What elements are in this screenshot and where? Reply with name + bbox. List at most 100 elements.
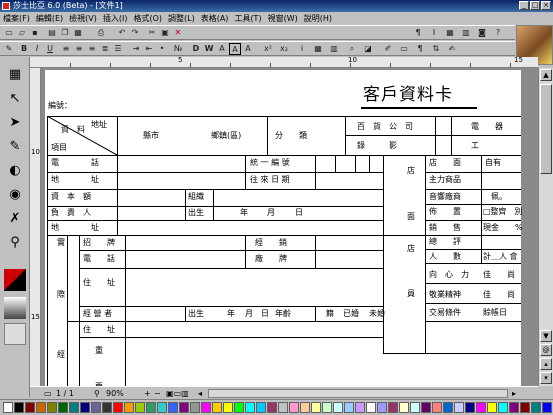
paragraph-mark-icon[interactable]: ¶: [412, 27, 424, 39]
italic-icon[interactable]: I: [31, 43, 43, 55]
color-swatch[interactable]: [289, 402, 299, 413]
color-swatch[interactable]: [278, 402, 288, 413]
grid-icon[interactable]: ▦: [444, 27, 456, 39]
superscript-icon[interactable]: x²: [262, 43, 274, 55]
fill-color-swatch[interactable]: [4, 297, 26, 319]
cut-icon[interactable]: ✂: [146, 27, 158, 39]
color-swatch[interactable]: [465, 402, 475, 413]
menu-table[interactable]: 表格(A): [198, 12, 232, 25]
text-color-icon[interactable]: A: [242, 43, 254, 55]
save-icon[interactable]: ▪: [29, 27, 41, 39]
color-swatch[interactable]: [542, 402, 552, 413]
color-swatch[interactable]: [509, 402, 519, 413]
justify-icon[interactable]: ≣: [99, 43, 111, 55]
color-swatch[interactable]: [476, 402, 486, 413]
color-swatch[interactable]: [168, 402, 178, 413]
color-swatch[interactable]: [300, 402, 310, 413]
underline-icon[interactable]: U: [44, 43, 56, 55]
paste-icon[interactable]: ▣: [159, 27, 171, 39]
shadow-swatch[interactable]: [4, 323, 26, 345]
color-swatch[interactable]: [355, 402, 365, 413]
scroll-up-button[interactable]: ▲: [540, 69, 552, 81]
color-palette-icon[interactable]: ◉: [5, 185, 25, 205]
color-swatch[interactable]: [80, 402, 90, 413]
drop-cap-icon[interactable]: ◪: [362, 43, 374, 55]
print-icon[interactable]: ⎙: [95, 27, 107, 39]
color-swatch[interactable]: [388, 402, 398, 413]
color-swatch[interactable]: [531, 402, 541, 413]
print-preview-icon[interactable]: ▤: [46, 27, 58, 39]
layout-icon[interactable]: ▦: [5, 65, 25, 85]
color-swatch[interactable]: [443, 402, 453, 413]
color-swatch[interactable]: [410, 402, 420, 413]
scroll-right-button[interactable]: ▸: [512, 389, 516, 399]
pointer-icon[interactable]: ➤: [5, 113, 25, 133]
menu-help[interactable]: 說明(H): [301, 12, 335, 25]
color-swatch[interactable]: [69, 402, 79, 413]
delete-icon[interactable]: ✕: [172, 27, 184, 39]
numbered-list-icon[interactable]: №: [172, 43, 184, 55]
color-swatch[interactable]: [487, 402, 497, 413]
color-swatch[interactable]: [311, 402, 321, 413]
zoom-icon[interactable]: ⚲: [5, 233, 25, 253]
ruby-icon[interactable]: ▦: [312, 43, 324, 55]
cursor-icon[interactable]: I: [428, 27, 440, 39]
style-icon[interactable]: ✎: [3, 43, 15, 55]
view-mode-icon[interactable]: ▣▭▥: [166, 389, 189, 399]
color-swatch[interactable]: [520, 402, 530, 413]
close-button[interactable]: ×: [541, 1, 551, 10]
zoom-in-button[interactable]: +: [144, 389, 151, 399]
color-swatch[interactable]: [432, 402, 442, 413]
font-w-icon[interactable]: W: [203, 43, 215, 55]
menu-format[interactable]: 格式(O): [130, 12, 165, 25]
color-swatch[interactable]: [421, 402, 431, 413]
text-border-icon[interactable]: A: [229, 43, 241, 55]
color-swatch[interactable]: [190, 402, 200, 413]
scroll-left-button[interactable]: ◂: [198, 389, 202, 399]
text-box-icon[interactable]: ▭: [398, 43, 410, 55]
text-tool-icon[interactable]: ✗: [5, 209, 25, 229]
color-swatch[interactable]: [157, 402, 167, 413]
color-swatch[interactable]: [124, 402, 134, 413]
color-swatch[interactable]: [14, 402, 24, 413]
menu-edit[interactable]: 編輯(E): [33, 12, 66, 25]
line-color-swatch[interactable]: [4, 269, 26, 291]
color-swatch[interactable]: [179, 402, 189, 413]
brush-icon[interactable]: ✍: [446, 43, 458, 55]
text-shade-icon[interactable]: A: [216, 43, 228, 55]
zoom-fit-icon[interactable]: @: [540, 344, 552, 356]
highlight-icon[interactable]: ✐: [382, 43, 394, 55]
color-swatch[interactable]: [201, 402, 211, 413]
minimize-button[interactable]: _: [519, 1, 529, 10]
color-swatch[interactable]: [113, 402, 123, 413]
info-icon[interactable]: i: [296, 43, 308, 55]
align-left-icon[interactable]: ≡: [60, 43, 72, 55]
color-swatch[interactable]: [256, 402, 266, 413]
bullet-list-icon[interactable]: •: [156, 43, 168, 55]
color-swatch[interactable]: [399, 402, 409, 413]
color-swatch[interactable]: [377, 402, 387, 413]
help-icon[interactable]: ?: [492, 27, 504, 39]
maximize-button[interactable]: □: [530, 1, 540, 10]
color-swatch[interactable]: [47, 402, 57, 413]
outdent-icon[interactable]: ⇤: [143, 43, 155, 55]
horizontal-scrollbar[interactable]: [208, 389, 508, 398]
menu-window[interactable]: 視窗(W): [265, 12, 301, 25]
fill-tool-icon[interactable]: ◐: [5, 161, 25, 181]
color-swatch[interactable]: [102, 402, 112, 413]
bold-icon[interactable]: B: [18, 43, 30, 55]
color-swatch[interactable]: [234, 402, 244, 413]
document-page[interactable]: 編號： 客戶資料卡 地址 資 料 項目 縣市 鄉鎮(區) 分 類 百 貨 公 司…: [45, 70, 523, 386]
menu-view[interactable]: 檢視(V): [66, 12, 100, 25]
color-swatch[interactable]: [245, 402, 255, 413]
color-swatch[interactable]: [344, 402, 354, 413]
vertical-scrollbar[interactable]: ▲ ▼ @ ▴ ▾: [538, 68, 553, 386]
zoom-out-button[interactable]: −: [154, 389, 161, 399]
color-swatch[interactable]: [212, 402, 222, 413]
zoom-level[interactable]: 90%: [106, 389, 124, 399]
scroll-down-button[interactable]: ▼: [540, 330, 552, 342]
page-down-button[interactable]: ▾: [540, 372, 552, 384]
vertical-text-icon[interactable]: ⇅: [430, 43, 442, 55]
color-swatch[interactable]: [223, 402, 233, 413]
distribute-icon[interactable]: ☰: [112, 43, 124, 55]
